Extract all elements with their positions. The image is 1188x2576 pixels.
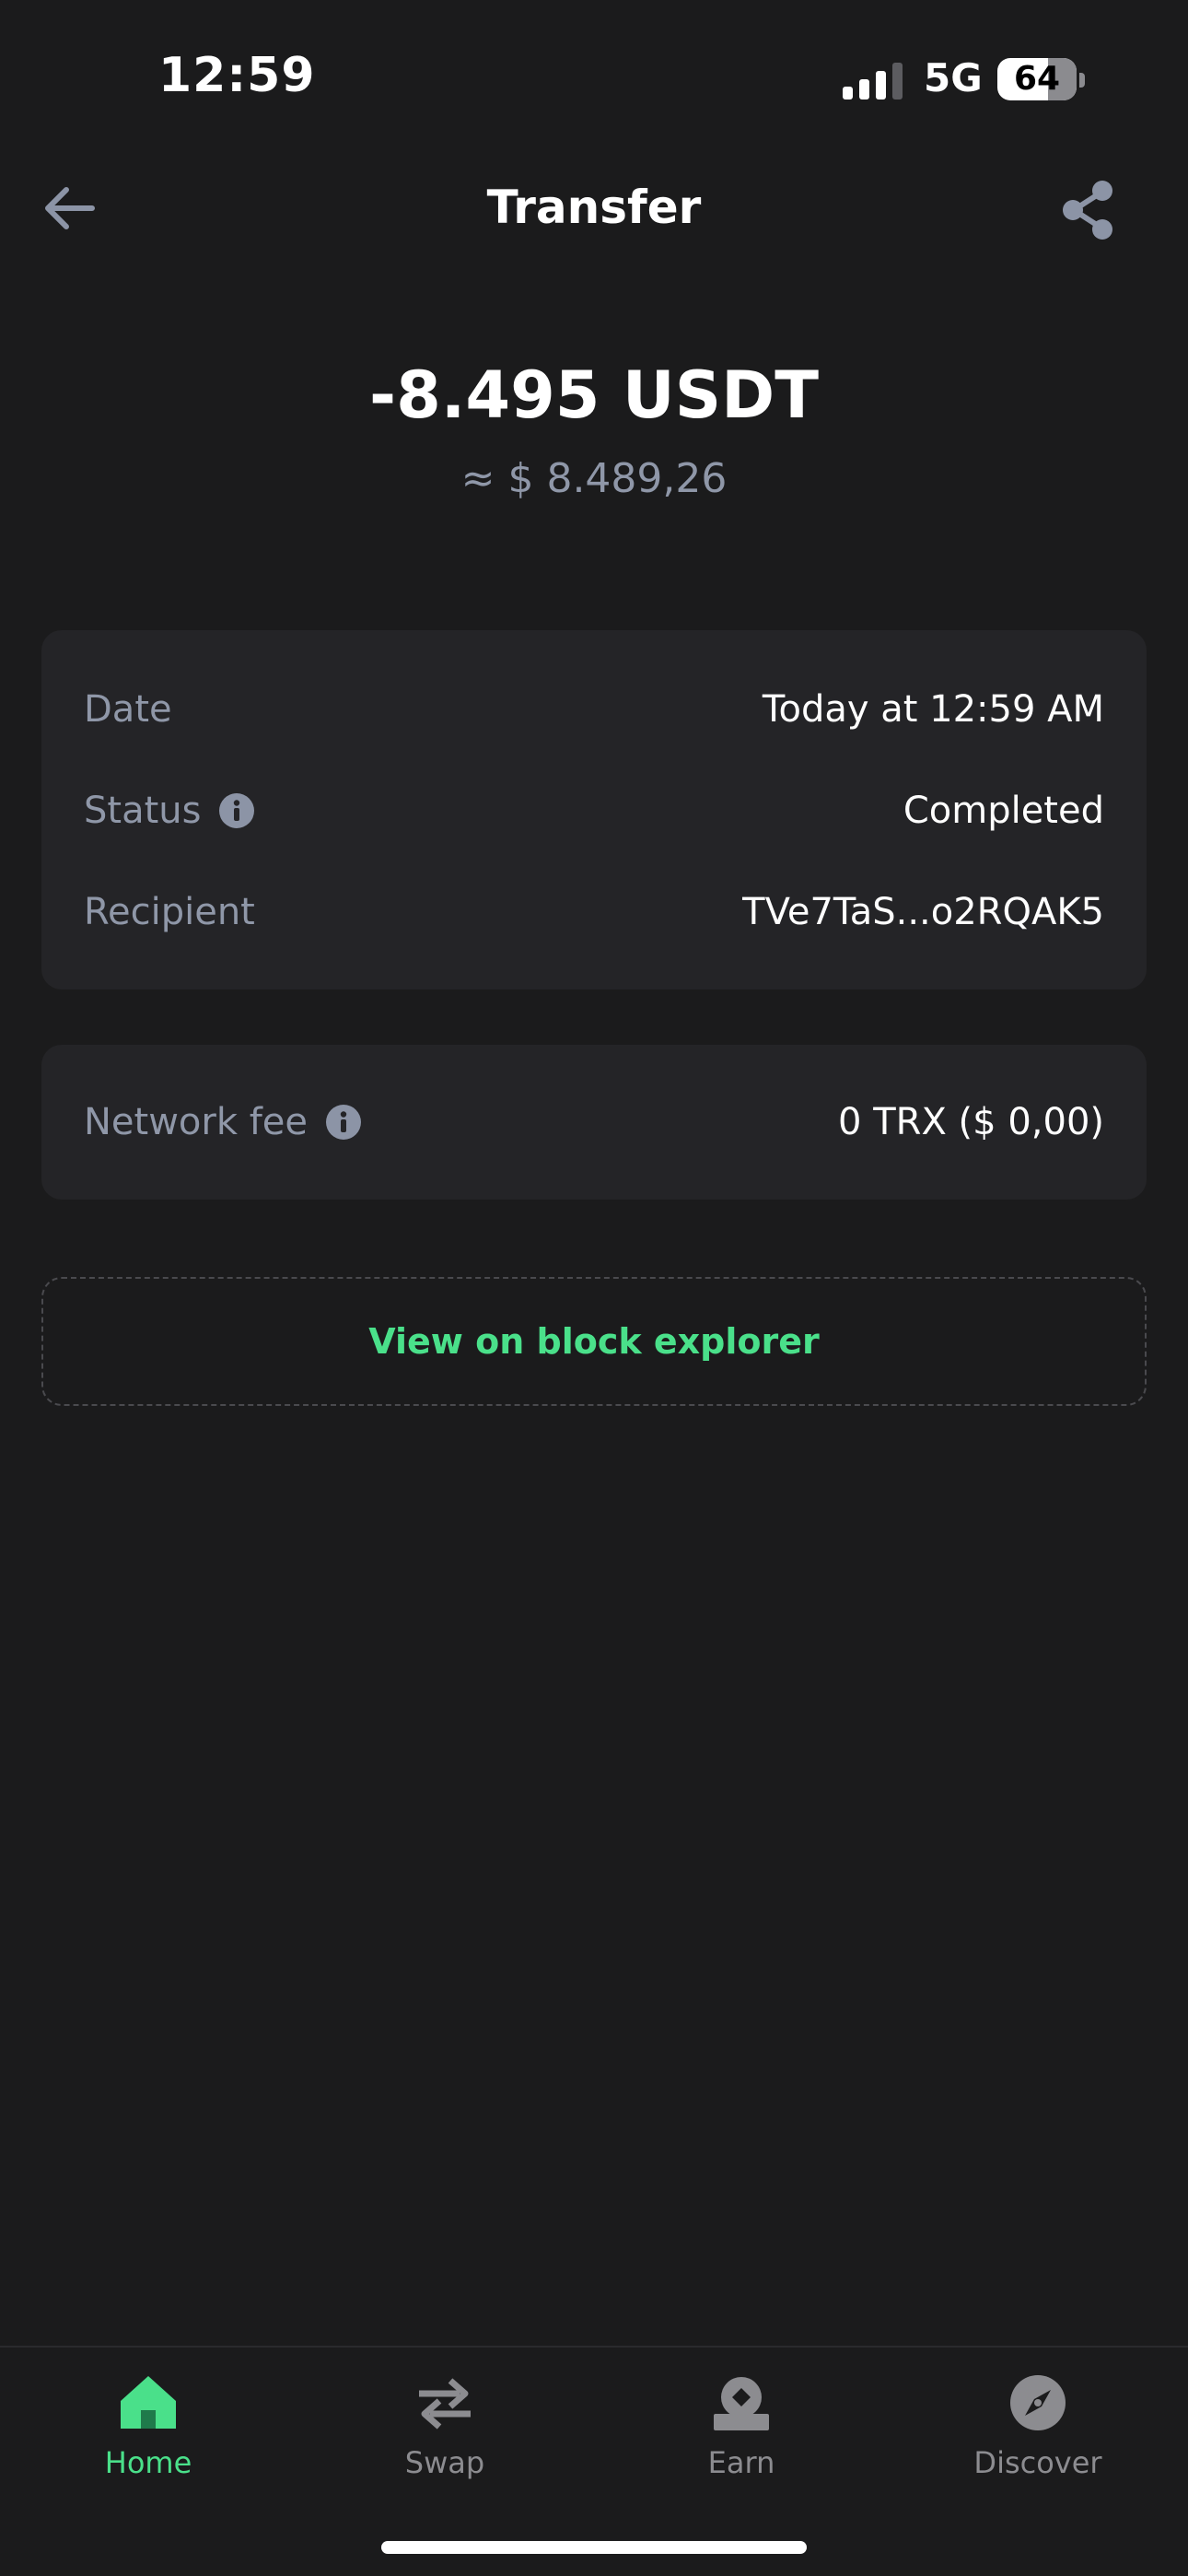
status-label-group: Status <box>84 790 255 832</box>
info-icon[interactable] <box>326 1105 362 1140</box>
date-row: Date Today at 12:59 AM <box>84 682 1104 737</box>
date-label: Date <box>84 688 172 731</box>
tab-discover[interactable]: Discover <box>890 2348 1186 2504</box>
page-title: Transfer <box>486 181 702 234</box>
status-time: 12:59 <box>158 48 316 103</box>
signal-strength-icon <box>843 63 903 100</box>
network-fee-label-group: Network fee <box>84 1101 362 1143</box>
view-on-block-explorer-button[interactable]: View on block explorer <box>41 1277 1147 1406</box>
network-fee-card: Network fee 0 TRX ($ 0,00) <box>41 1045 1147 1200</box>
earn-icon <box>714 2377 769 2430</box>
tab-label-home: Home <box>104 2445 192 2480</box>
status-label: Status <box>84 790 202 832</box>
network-fee-value: 0 TRX ($ 0,00) <box>838 1101 1104 1143</box>
home-icon <box>121 2376 176 2429</box>
transfer-screen: 12:59 5G 64 Transfer -8.495 USDT ≈ $ 8.4… <box>0 0 1188 2576</box>
battery-tip <box>1079 73 1085 88</box>
tab-home[interactable]: Home <box>0 2348 297 2504</box>
compass-icon <box>1010 2375 1066 2430</box>
network-fee-row: Network fee 0 TRX ($ 0,00) <box>84 1095 1104 1150</box>
transfer-amount: -8.495 USDT <box>369 357 819 433</box>
tab-swap[interactable]: Swap <box>297 2348 593 2504</box>
recipient-address[interactable]: TVe7TaS...o2RQAK5 <box>742 891 1104 933</box>
fiat-amount: ≈ $ 8.489,26 <box>460 455 728 502</box>
status-row: Status Completed <box>84 783 1104 838</box>
network-fee-label: Network fee <box>84 1101 309 1143</box>
swap-icon <box>419 2378 471 2430</box>
info-icon[interactable] <box>219 793 255 828</box>
tab-label-earn: Earn <box>707 2445 775 2480</box>
battery-percentage: 64 <box>1013 60 1061 98</box>
tab-label-discover: Discover <box>973 2445 1102 2480</box>
tab-label-swap: Swap <box>404 2445 485 2480</box>
share-icon[interactable] <box>1059 179 1118 241</box>
battery-icon: 64 <box>997 58 1077 100</box>
tab-earn[interactable]: Earn <box>593 2348 890 2504</box>
date-value: Today at 12:59 AM <box>762 688 1104 731</box>
home-indicator <box>381 2541 807 2554</box>
recipient-row: Recipient TVe7TaS...o2RQAK5 <box>84 884 1104 940</box>
network-type: 5G <box>924 55 983 100</box>
recipient-label: Recipient <box>84 891 255 933</box>
status-value: Completed <box>903 790 1104 832</box>
details-card: Date Today at 12:59 AM Status Completed … <box>41 630 1147 989</box>
